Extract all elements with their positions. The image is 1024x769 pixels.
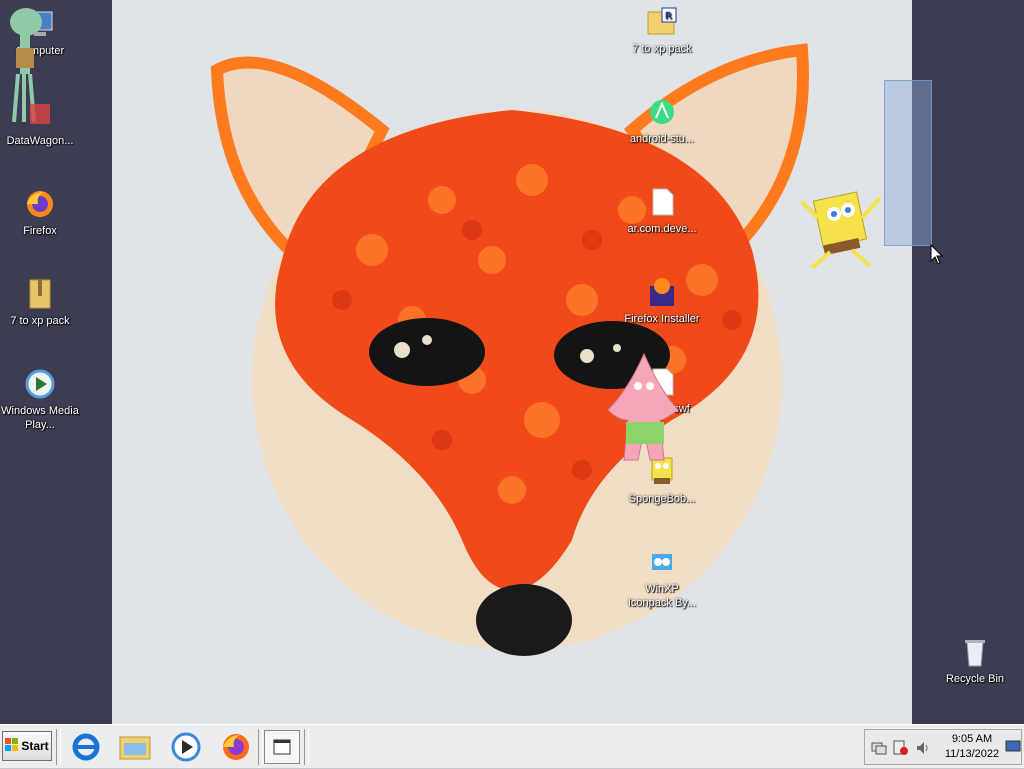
desktop-icon-label: SpongeBob...: [628, 493, 696, 505]
spongebob-sticker: [796, 188, 886, 278]
desktop-icon-android-studio[interactable]: android-stu...: [622, 96, 702, 146]
windows-logo-icon: [5, 737, 19, 755]
desktop-icon-ar-com-deve[interactable]: ar.com.deve...: [622, 186, 702, 236]
system-tray: 9:05 AM 11/13/2022: [864, 729, 1022, 765]
desktop-icon-windows-media-player[interactable]: Windows Media Play...: [0, 368, 80, 432]
patrick-sticker: [604, 350, 684, 470]
clock[interactable]: 9:05 AM 11/13/2022: [941, 732, 1003, 762]
desktop-icon-label: Recycle Bin: [945, 673, 1005, 685]
firefox-icon: [24, 188, 56, 220]
desktop-icon-7-to-xp-pack[interactable]: 7 to xp pack: [0, 278, 80, 328]
start-label: Start: [21, 739, 49, 753]
taskbar-separator: [258, 729, 263, 765]
desktop-icon-label: ar.com.deve...: [627, 223, 697, 235]
folder-icon[interactable]: [118, 731, 151, 763]
desktop-icon-label: WinXP Iconpack By...: [627, 583, 697, 609]
start-button[interactable]: Start: [2, 731, 52, 761]
application-icon: [24, 98, 56, 130]
installer-icon: [646, 276, 678, 308]
desktop-icon-label: Windows Media Play...: [1, 405, 79, 431]
desktop-icon-firefox[interactable]: Firefox: [0, 188, 80, 238]
desktop-icon-winxp-iconpack[interactable]: WinXP Iconpack By...: [622, 546, 702, 610]
folder-icon: R: [646, 6, 678, 38]
clock-date: 11/13/2022: [944, 748, 1000, 760]
recycle-bin-icon: [959, 636, 991, 668]
desktop-icon-label: android-stu...: [629, 133, 695, 145]
taskbar-separator: [304, 729, 309, 765]
mouse-cursor-icon: [930, 243, 944, 271]
taskbar-separator: [56, 729, 61, 765]
iconpack-icon: [646, 546, 678, 578]
show-desktop-icon[interactable]: [1005, 740, 1021, 759]
desktop-icon-7-to-xp-pack-folder[interactable]: R 7 to xp pack: [622, 6, 702, 56]
open-window-task-button[interactable]: [264, 730, 300, 764]
file-icon: [646, 186, 678, 218]
media-player-icon[interactable]: [170, 731, 202, 763]
taskbar: Start 9:05 AM 11/13/2022: [0, 724, 1024, 769]
desktop-wallpaper: [112, 0, 912, 724]
media-player-icon: [24, 368, 56, 400]
volume-icon[interactable]: [915, 740, 931, 761]
desktop-icon-label: 7 to xp pack: [632, 43, 692, 55]
clock-time: 9:05 AM: [951, 733, 993, 745]
android-studio-icon: [646, 96, 678, 128]
desktop-icon-firefox-installer[interactable]: Firefox Installer: [622, 276, 702, 326]
firefox-icon[interactable]: [220, 731, 252, 763]
network-icon[interactable]: [871, 740, 887, 761]
internet-explorer-icon[interactable]: [70, 731, 102, 763]
desktop-icon-label: DataWagon...: [6, 135, 74, 147]
drag-selection-rectangle: [884, 80, 932, 246]
window-icon: [272, 737, 292, 762]
desktop-icon-label: Firefox Installer: [624, 313, 700, 325]
desktop-icon-datawagon[interactable]: DataWagon...: [0, 98, 80, 148]
desktop-icon-label: Firefox: [23, 225, 57, 237]
desktop-icon-label: 7 to xp pack: [10, 315, 70, 327]
zip-folder-icon: [24, 278, 56, 310]
svg-text:R: R: [665, 11, 672, 22]
desktop-icon-recycle-bin[interactable]: Recycle Bin: [935, 636, 1015, 686]
error-shield-icon[interactable]: [893, 740, 909, 761]
